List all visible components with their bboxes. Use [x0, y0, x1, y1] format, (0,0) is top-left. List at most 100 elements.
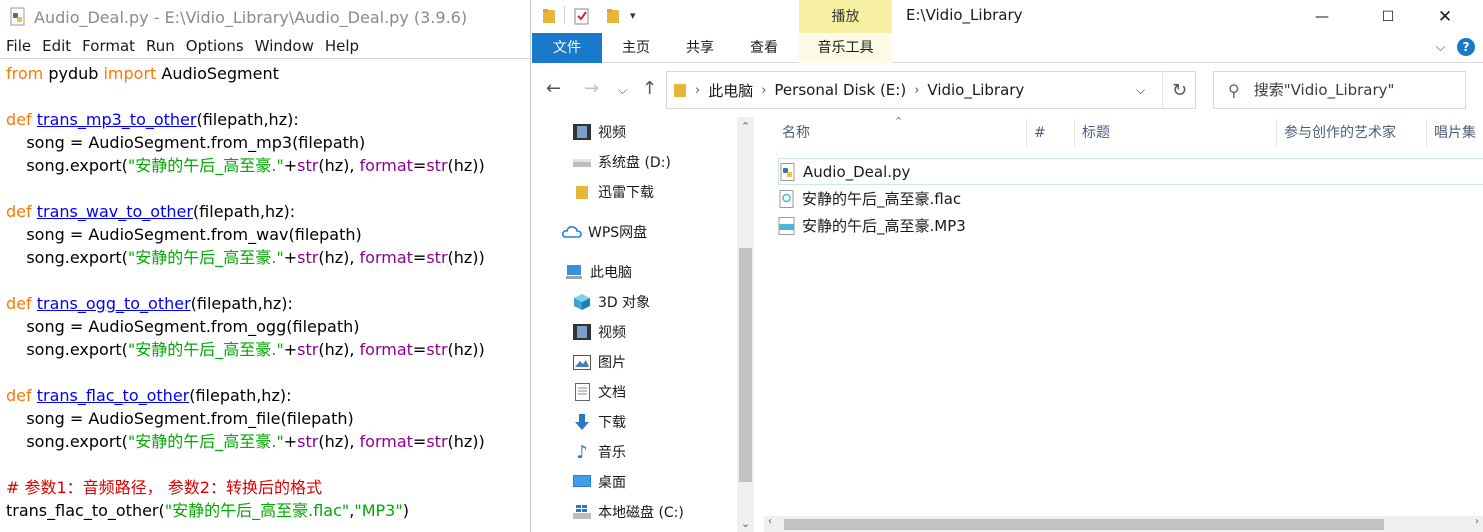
menu-help[interactable]: Help: [325, 37, 359, 55]
file-row[interactable]: 安静的午后_高至豪.flac: [778, 185, 961, 212]
tab-home[interactable]: 主页: [608, 33, 664, 63]
code-token: =: [412, 340, 427, 359]
menu-edit[interactable]: Edit: [42, 37, 71, 55]
code-token: (hz)): [447, 340, 485, 359]
column-separator[interactable]: [1074, 119, 1075, 147]
column-separator[interactable]: [1426, 119, 1427, 147]
scrollbar-thumb[interactable]: [739, 248, 752, 482]
nav-item-documents[interactable]: 文档: [572, 379, 626, 405]
breadcrumb-separator-icon[interactable]: ›: [695, 83, 700, 98]
properties-icon[interactable]: [574, 6, 590, 26]
nav-item-downloads[interactable]: 下载: [572, 409, 626, 435]
nav-item-desktop[interactable]: 桌面: [572, 469, 626, 495]
nav-item-wps[interactable]: WPS网盘: [562, 219, 647, 245]
nav-item-system-disk[interactable]: 系统盘 (D:): [572, 149, 671, 175]
column-separator[interactable]: [1276, 119, 1277, 147]
file-row[interactable]: 安静的午后_高至豪.MP3: [778, 212, 966, 239]
code-token: song = AudioSegment.from_wav(filepath): [6, 225, 362, 244]
column-header-title[interactable]: 标题: [1082, 117, 1110, 149]
scroll-down-icon[interactable]: ⌄: [737, 517, 754, 530]
search-box[interactable]: ⚲: [1213, 71, 1466, 109]
navigation-pane-scrollbar[interactable]: ⌃ ⌄: [737, 117, 754, 532]
nav-item-xunlei[interactable]: 迅雷下载: [572, 179, 654, 205]
breadcrumb-personal-disk[interactable]: Personal Disk (E:): [774, 81, 906, 99]
code-token: song = AudioSegment.from_file(filepath): [6, 409, 354, 428]
code-token: =: [412, 432, 427, 451]
code-token: str: [297, 248, 319, 267]
nav-item-music[interactable]: ♪ 音乐: [572, 439, 626, 465]
address-bar[interactable]: › 此电脑 › Personal Disk (E:) › Vidio_Libra…: [666, 71, 1196, 109]
minimize-button[interactable]: —: [1299, 0, 1345, 33]
refresh-button[interactable]: ↻: [1162, 71, 1196, 109]
nav-item-3d-objects[interactable]: 3D 对象: [572, 289, 650, 315]
new-folder-icon[interactable]: [606, 6, 620, 26]
breadcrumb-separator-icon[interactable]: ›: [761, 83, 766, 98]
code-token: "安静的午后_高至豪.": [127, 340, 284, 359]
code-token: ): [402, 501, 409, 520]
breadcrumb-this-pc[interactable]: 此电脑: [708, 80, 753, 101]
idle-window-title: Audio_Deal.py - E:\Vidio_Library\Audio_D…: [34, 7, 468, 27]
nav-item-this-pc[interactable]: 此电脑: [564, 259, 632, 285]
code-token: str: [297, 156, 319, 175]
search-input[interactable]: [1253, 81, 1444, 99]
breadcrumb-vidio-library[interactable]: Vidio_Library: [927, 81, 1024, 99]
file-row[interactable]: Audio_Deal.py: [778, 158, 1483, 185]
nav-item-local-disk[interactable]: 本地磁盘 (C:): [572, 499, 684, 525]
expand-ribbon-chevron-icon[interactable]: ⌵: [1436, 40, 1445, 55]
code-token: song.export(: [6, 340, 128, 359]
idle-editor-window: Audio_Deal.py - E:\Vidio_Library\Audio_D…: [0, 0, 531, 532]
code-token: def: [6, 386, 32, 405]
nav-item-label: 此电脑: [590, 265, 632, 281]
scrollbar-thumb[interactable]: [784, 519, 1384, 530]
code-token: (hz),: [318, 248, 360, 267]
menu-format[interactable]: Format: [82, 37, 135, 55]
code-token: def: [6, 202, 32, 221]
column-header-number[interactable]: #: [1034, 117, 1046, 149]
tab-share[interactable]: 共享: [672, 33, 728, 63]
column-header-name[interactable]: 名称: [782, 117, 810, 149]
mp3-file-icon: [778, 216, 796, 236]
tab-file[interactable]: 文件: [532, 33, 602, 63]
scroll-left-icon[interactable]: ‹: [768, 516, 772, 527]
column-separator[interactable]: [1026, 119, 1027, 147]
up-arrow-icon[interactable]: ↑: [642, 78, 657, 99]
address-history-chevron-icon[interactable]: ⌵: [1136, 83, 1145, 98]
tab-music-tools[interactable]: 音乐工具: [799, 33, 892, 63]
back-arrow-icon[interactable]: ←: [546, 78, 561, 99]
python-file-icon: [779, 162, 797, 182]
code-token: +: [283, 156, 298, 175]
code-editor[interactable]: from pydub import AudioSegment def trans…: [0, 59, 530, 522]
breadcrumb-separator-icon[interactable]: ›: [914, 83, 919, 98]
file-name: Audio_Deal.py: [803, 162, 911, 181]
python-file-icon: [10, 7, 25, 26]
scroll-up-icon[interactable]: ⌃: [737, 120, 754, 133]
maximize-button[interactable]: ☐: [1365, 0, 1411, 33]
tab-view[interactable]: 查看: [736, 33, 792, 63]
code-token: +: [283, 432, 298, 451]
menu-options[interactable]: Options: [186, 37, 244, 55]
code-token: "安静的午后_高至豪.": [127, 156, 284, 175]
help-icon[interactable]: ?: [1457, 38, 1475, 56]
menu-run[interactable]: Run: [146, 37, 175, 55]
navigation-bar: ← → ⌵ ↑ › 此电脑 › Personal Disk (E:) › Vid…: [532, 63, 1483, 117]
column-header-artist[interactable]: 参与创作的艺术家: [1284, 117, 1396, 149]
code-line: song.export("安静的午后_高至豪."+str(hz), format…: [6, 338, 530, 361]
file-list-horizontal-scrollbar[interactable]: ‹ ›: [764, 516, 1483, 532]
nav-item-videos[interactable]: 视频: [572, 119, 626, 145]
code-token: format: [359, 340, 413, 359]
column-header-album[interactable]: 唱片集: [1434, 117, 1476, 149]
film-icon: [572, 123, 592, 141]
scroll-right-icon[interactable]: ›: [1475, 516, 1479, 527]
nav-item-label: 视频: [598, 325, 626, 341]
nav-item-pictures[interactable]: 图片: [572, 349, 626, 375]
code-token: str: [426, 432, 448, 451]
menu-window[interactable]: Window: [255, 37, 314, 55]
customize-toolbar-chevron-icon[interactable]: ▾: [630, 9, 636, 29]
recent-locations-chevron-icon[interactable]: ⌵: [618, 83, 627, 98]
nav-item-videos-2[interactable]: 视频: [572, 319, 626, 345]
menu-file[interactable]: File: [6, 37, 31, 55]
close-button[interactable]: ✕: [1422, 0, 1468, 33]
forward-arrow-icon[interactable]: →: [584, 78, 599, 99]
nav-item-label: 视频: [598, 125, 626, 141]
